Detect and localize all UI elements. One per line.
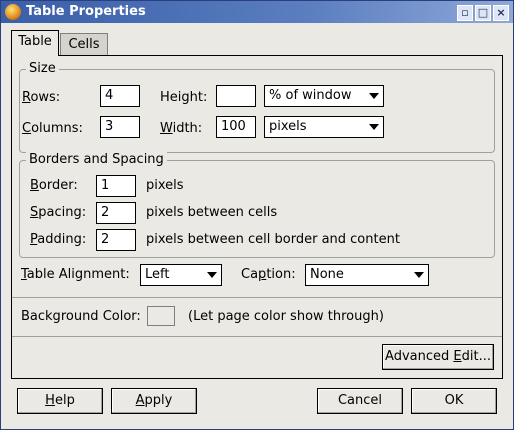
maximize-icon[interactable]: □ [475,5,491,21]
chevron-down-icon [369,93,379,99]
separator [12,336,502,337]
height-label: Height: [160,90,208,105]
chevron-down-icon [369,124,379,130]
separator [12,297,502,298]
alignment-label: Table Alignment: [21,267,130,282]
background-color-label: Background Color: [21,309,141,324]
columns-label: Columns: [22,121,83,136]
title-bar[interactable]: Table Properties ▫ □ × [1,1,513,23]
apply-button[interactable]: Apply [111,388,197,414]
cancel-button[interactable]: Cancel [317,388,403,414]
rows-label: Rows: [22,90,61,105]
border-field[interactable]: 1 [96,175,136,197]
padding-field[interactable]: 2 [96,229,136,251]
padding-unit: pixels between cell border and content [146,232,400,247]
window-title: Table Properties [26,4,146,19]
tab-table[interactable]: Table [11,30,59,56]
shade-icon[interactable]: ▫ [457,5,473,21]
alignment-value: Left [145,267,170,282]
width-unit-select[interactable]: pixels [264,116,384,138]
chevron-down-icon [207,272,217,278]
caption-value: None [310,267,344,282]
size-group [19,69,495,153]
background-color-swatch[interactable] [147,306,175,326]
table-properties-dialog: Table Properties ▫ □ × Table Cells Size … [0,0,514,430]
table-tab-panel: Size Rows: 4 Height: % of window Columns… [11,55,503,379]
advanced-edit-button[interactable]: Advanced Edit... [382,344,494,370]
spacing-field[interactable]: 2 [96,202,136,224]
close-icon[interactable]: × [493,5,509,21]
help-button[interactable]: Help [17,388,103,414]
app-icon [5,4,21,20]
alignment-select[interactable]: Left [140,264,222,286]
caption-select[interactable]: None [305,264,429,286]
spacing-label: Spacing: [30,205,87,220]
border-label: Border: [30,178,78,193]
background-color-note: (Let page color show through) [188,309,384,324]
spacing-unit: pixels between cells [146,205,278,220]
width-field[interactable]: 100 [216,116,256,138]
caption-label: Caption: [241,267,296,282]
height-unit-value: % of window [269,88,352,103]
tab-cells[interactable]: Cells [60,33,108,56]
borders-group-title: Borders and Spacing [26,152,167,167]
border-unit: pixels [146,178,184,193]
height-unit-select[interactable]: % of window [264,85,384,107]
width-unit-value: pixels [269,119,307,134]
rows-field[interactable]: 4 [100,85,140,107]
chevron-down-icon [414,272,424,278]
size-group-title: Size [26,61,59,76]
columns-field[interactable]: 3 [100,116,140,138]
ok-button[interactable]: OK [411,388,497,414]
height-field[interactable] [216,85,256,107]
padding-label: Padding: [30,232,87,247]
width-label: Width: [160,121,203,136]
